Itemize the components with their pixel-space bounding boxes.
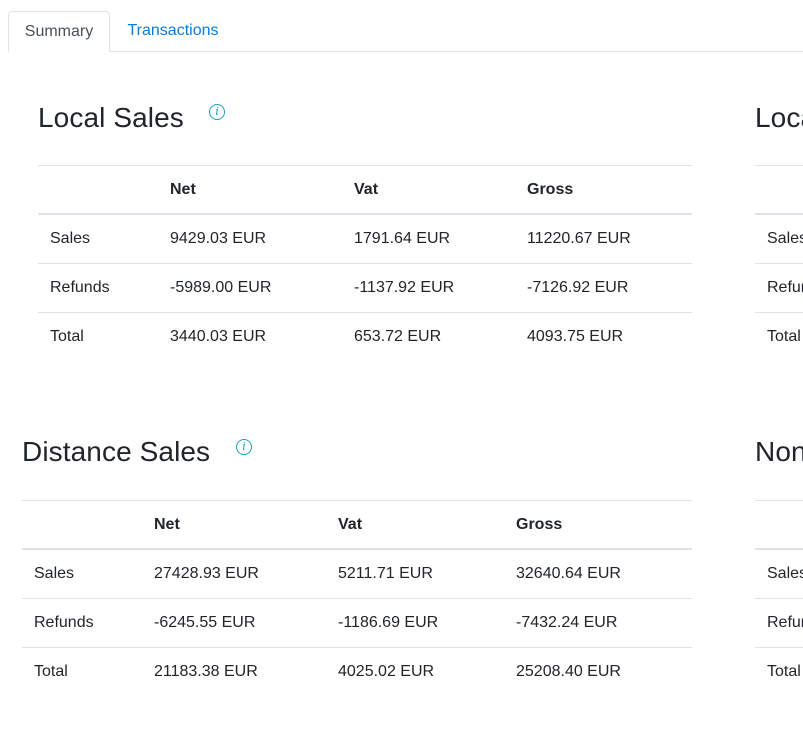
table-header-row <box>755 165 803 215</box>
vat-cell: 653.72 EUR <box>342 312 515 361</box>
distance-sales-table: Net Vat Gross Sales 27428.93 EUR 5211.71… <box>22 500 692 696</box>
row-label: Total <box>38 312 158 361</box>
row-label: Refun <box>755 263 803 313</box>
row-label: Total <box>755 312 803 361</box>
local-sales-table: Net Vat Gross Sales 9429.03 EUR 1791.64 … <box>38 165 692 361</box>
net-cell: -6245.55 EUR <box>142 598 326 648</box>
header-cell-vat: Vat <box>326 500 504 550</box>
row-label: Total <box>22 647 142 696</box>
local-sales-title: Local Sales <box>38 102 184 133</box>
right-top-partial-section: Loca Sales Refun Total <box>755 100 803 380</box>
table-header-row: Net Vat Gross <box>22 500 692 550</box>
row-label: Refunds <box>38 263 158 313</box>
vat-cell: -1137.92 EUR <box>342 263 515 313</box>
table-row: Refunds -6245.55 EUR -1186.69 EUR -7432.… <box>22 598 692 648</box>
table-row: Refun <box>755 598 803 648</box>
net-cell: 21183.38 EUR <box>142 647 326 696</box>
gross-cell: 4093.75 EUR <box>515 312 692 361</box>
row-label: Sales <box>767 230 803 247</box>
net-cell: 27428.93 EUR <box>154 565 259 582</box>
tab-bar: Summary Transactions <box>0 0 803 52</box>
right-top-partial-title: Loca <box>755 102 803 133</box>
row-label: Sales <box>50 230 91 247</box>
gross-cell: -7126.92 EUR <box>515 263 692 313</box>
row-label: Refunds <box>22 598 142 648</box>
net-cell: 3440.03 EUR <box>158 312 342 361</box>
net-cell: 9429.03 EUR <box>170 230 267 247</box>
gross-cell: -7432.24 EUR <box>504 598 692 648</box>
table-header-row: Net Vat Gross <box>38 165 692 215</box>
gross-cell: 25208.40 EUR <box>504 647 692 696</box>
row-label: Total <box>755 647 803 696</box>
table-row: Refun <box>755 263 803 313</box>
right-bottom-partial-table: Sales Refun Total <box>755 500 803 696</box>
header-cell-net: Net <box>142 500 326 550</box>
table-row: Total 3440.03 EUR 653.72 EUR 4093.75 EUR <box>38 312 692 361</box>
page: Summary Transactions Local Sales i Net V… <box>0 0 803 751</box>
table-row: Total <box>755 647 803 696</box>
header-cell-gross: Gross <box>515 165 692 215</box>
right-bottom-partial-title: Non <box>755 436 803 467</box>
header-cell-net: Net <box>158 165 342 215</box>
distance-sales-info-icon[interactable]: i <box>236 439 252 455</box>
table-row: Total 21183.38 EUR 4025.02 EUR 25208.40 … <box>22 647 692 696</box>
net-cell: -5989.00 EUR <box>158 263 342 313</box>
table-row: Refunds -5989.00 EUR -1137.92 EUR -7126.… <box>38 263 692 313</box>
gross-cell: 11220.67 EUR <box>527 230 631 247</box>
table-row: Sales 27428.93 EUR 5211.71 EUR 32640.64 … <box>22 549 692 599</box>
right-bottom-partial-section: Non Sales Refun Total <box>755 434 803 714</box>
header-cell-empty <box>755 165 803 215</box>
row-label: Sales <box>767 565 803 582</box>
row-label: Refun <box>755 598 803 648</box>
table-row: Sales 9429.03 EUR 1791.64 EUR 11220.67 E… <box>38 214 692 264</box>
tab-summary[interactable]: Summary <box>8 11 110 52</box>
distance-sales-title: Distance Sales <box>22 436 211 467</box>
row-label: Sales <box>34 565 75 582</box>
table-row: Total <box>755 312 803 361</box>
header-cell-gross: Gross <box>504 500 692 550</box>
vat-cell: 1791.64 EUR <box>354 230 451 247</box>
header-cell-empty <box>755 500 803 550</box>
gross-cell: 32640.64 EUR <box>516 565 621 582</box>
vat-cell: 4025.02 EUR <box>326 647 504 696</box>
local-sales-info-icon[interactable]: i <box>209 104 225 120</box>
table-row: Sales <box>755 214 803 264</box>
vat-cell: -1186.69 EUR <box>326 598 504 648</box>
table-header-row <box>755 500 803 550</box>
table-row: Sales <box>755 549 803 599</box>
header-cell-empty <box>38 165 158 215</box>
tab-transactions[interactable]: Transactions <box>112 11 234 52</box>
right-top-partial-table: Sales Refun Total <box>755 165 803 361</box>
vat-cell: 5211.71 EUR <box>338 565 433 582</box>
header-cell-empty <box>22 500 142 550</box>
header-cell-vat: Vat <box>342 165 515 215</box>
